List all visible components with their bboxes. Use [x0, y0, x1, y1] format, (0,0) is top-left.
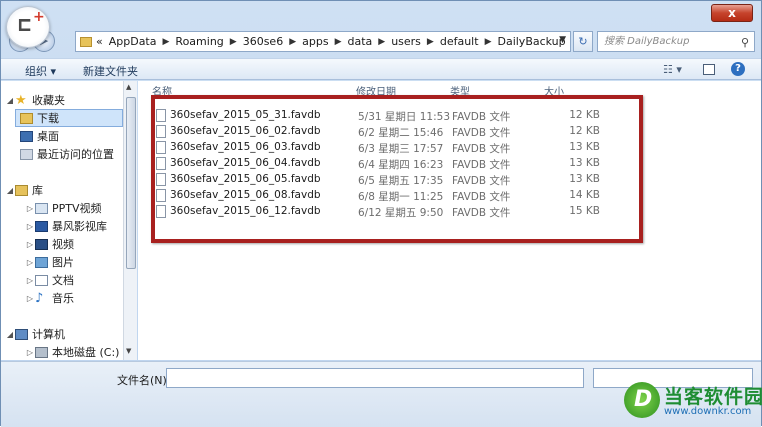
sidebar-item-videos[interactable]: ▷ 视频	[25, 235, 74, 253]
baofeng-library-icon	[35, 220, 48, 232]
breadcrumb-separator-icon[interactable]: ▶	[289, 37, 296, 47]
sidebar-item-label: 下载	[37, 112, 59, 125]
expand-arrow-icon[interactable]: ▷	[25, 348, 35, 357]
sidebar-item-label: 最近访问的位置	[37, 148, 114, 161]
search-icon[interactable]: ⚲	[741, 33, 749, 52]
collapse-arrow-icon[interactable]: ◢	[5, 186, 15, 195]
address-bar[interactable]: « AppData ▶ Roaming ▶ 360se6 ▶ apps ▶ da…	[75, 31, 571, 52]
sidebar-item-desktop[interactable]: 桌面	[20, 127, 59, 145]
search-placeholder: 搜索 DailyBackup	[604, 36, 690, 47]
breadcrumb-apps[interactable]: apps	[302, 35, 328, 48]
scroll-up-icon[interactable]: ▲	[126, 83, 131, 91]
scrollbar-thumb[interactable]	[126, 97, 136, 269]
preview-pane-icon[interactable]	[703, 64, 715, 75]
filename-label: 文件名(N):	[117, 374, 171, 387]
breadcrumb-separator-icon[interactable]: ▶	[230, 37, 237, 47]
breadcrumb-separator-icon[interactable]: ▶	[335, 37, 342, 47]
computer-icon	[15, 328, 28, 340]
video-library-icon	[35, 238, 48, 250]
sidebar-item-label: 视频	[52, 238, 74, 251]
sidebar-item-documents[interactable]: ▷ 文档	[25, 271, 74, 289]
scroll-down-icon[interactable]: ▼	[126, 347, 131, 355]
expand-arrow-icon[interactable]: ▷	[25, 258, 35, 267]
expand-arrow-icon[interactable]: ▷	[25, 204, 35, 213]
desktop-icon	[20, 130, 33, 142]
folder-icon	[80, 36, 92, 47]
breadcrumb-360se6[interactable]: 360se6	[243, 35, 284, 48]
breadcrumb-default[interactable]: default	[440, 35, 479, 48]
organize-button[interactable]: 组织 ▾	[25, 63, 56, 79]
breadcrumb-separator-icon[interactable]: ▶	[485, 37, 492, 47]
library-icon	[15, 184, 28, 196]
local-disk-icon	[35, 346, 48, 358]
sidebar-item-computer[interactable]: ◢ 计算机	[5, 325, 65, 343]
expand-arrow-icon[interactable]: ▷	[25, 240, 35, 249]
star-icon: ★	[15, 92, 27, 108]
logo-glyph: ⊏	[18, 13, 32, 38]
sidebar-scrollbar[interactable]: ▲ ▼	[123, 81, 137, 360]
pictures-library-icon	[35, 256, 48, 268]
sidebar-item-local-disk-c[interactable]: ▷ 本地磁盘 (C:)	[25, 343, 120, 361]
address-row: ◀ ▶ « AppData ▶ Roaming ▶ 360se6 ▶ apps …	[1, 27, 761, 55]
sidebar-item-label: 桌面	[37, 130, 59, 143]
expand-arrow-icon[interactable]: ▷	[25, 222, 35, 231]
sidebar-item-label: 音乐	[52, 292, 74, 305]
breadcrumb-users[interactable]: users	[391, 35, 421, 48]
sidebar-item-label: 文档	[52, 274, 74, 287]
new-folder-button[interactable]: 新建文件夹	[83, 63, 138, 79]
watermark-url: www.downkr.com	[664, 406, 752, 417]
refresh-button[interactable]: ↻	[573, 31, 593, 52]
collapse-arrow-icon[interactable]: ◢	[5, 330, 15, 339]
sidebar-item-label: 库	[32, 184, 43, 197]
expand-arrow-icon[interactable]: ▷	[25, 294, 35, 303]
close-button[interactable]: x	[711, 4, 753, 22]
breadcrumb-separator-icon[interactable]: ▶	[427, 37, 434, 47]
pptv-library-icon	[35, 202, 48, 214]
watermark-title: 当客软件园	[664, 386, 762, 408]
sidebar-item-music[interactable]: ▷ ♪ 音乐	[25, 289, 74, 307]
sidebar-item-label: 暴风影视库	[52, 220, 107, 233]
sidebar-item-pictures[interactable]: ▷ 图片	[25, 253, 74, 271]
sidebar-item-label: 本地磁盘 (C:)	[52, 346, 120, 359]
sidebar-item-label: 图片	[52, 256, 74, 269]
sidebar-item-label: PPTV视频	[52, 202, 102, 215]
view-options-icon[interactable]: ☷ ▾	[663, 63, 682, 76]
sidebar-item-favorites[interactable]: ◢ ★ 收藏夹	[5, 91, 65, 109]
sidebar-item-recent-places[interactable]: 最近访问的位置	[20, 145, 114, 163]
documents-library-icon	[35, 274, 48, 286]
filename-input[interactable]	[166, 368, 584, 388]
breadcrumb-appdata[interactable]: AppData	[109, 35, 157, 48]
help-icon[interactable]: ?	[731, 62, 745, 76]
highlight-annotation-box	[151, 95, 643, 243]
sidebar-item-label: 计算机	[32, 328, 65, 341]
download-folder-icon	[20, 112, 33, 124]
watermark-logo-icon: D	[624, 382, 660, 418]
toolbar: 组织 ▾ 新建文件夹 ☷ ▾ ?	[1, 58, 761, 80]
title-bar: x	[1, 1, 761, 25]
file-list: 名称 修改日期 类型 大小 360sefav_2015_05_31.favdb …	[138, 81, 761, 360]
sidebar-item-label: 收藏夹	[32, 94, 65, 107]
site-watermark: D 当客软件园 www.downkr.com	[624, 380, 762, 424]
breadcrumb-dailybackup[interactable]: DailyBackup	[497, 35, 565, 48]
search-input[interactable]: 搜索 DailyBackup ⚲	[597, 31, 755, 52]
sidebar-item-libraries[interactable]: ◢ 库	[5, 181, 43, 199]
breadcrumb-separator-icon[interactable]: ▶	[163, 37, 170, 47]
chevron-down-icon[interactable]: ▼	[559, 35, 566, 45]
collapse-arrow-icon[interactable]: ◢	[5, 96, 15, 105]
breadcrumb-separator-icon[interactable]: ▶	[378, 37, 385, 47]
file-open-dialog: x ◀ ▶ « AppData ▶ Roaming ▶ 360se6 ▶ app…	[0, 0, 762, 427]
navigation-pane: ◢ ★ 收藏夹 下载 桌面 最近访问的位置 ◢ 库 ▷ PPTV视频 ▷ 暴风影…	[1, 81, 137, 360]
recent-places-icon	[20, 148, 33, 160]
breadcrumb-prefix[interactable]: «	[96, 35, 103, 48]
expand-arrow-icon[interactable]: ▷	[25, 276, 35, 285]
watermark-glyph: D	[634, 387, 653, 412]
app-logo-icon: ⊏ +	[6, 6, 50, 48]
sidebar-item-baofeng[interactable]: ▷ 暴风影视库	[25, 217, 107, 235]
sidebar-item-downloads[interactable]: 下载	[15, 109, 123, 127]
sidebar-item-pptv[interactable]: ▷ PPTV视频	[25, 199, 102, 217]
breadcrumb-data[interactable]: data	[347, 35, 372, 48]
plus-icon: +	[33, 9, 45, 25]
breadcrumb-roaming[interactable]: Roaming	[175, 35, 223, 48]
music-library-icon: ♪	[35, 290, 44, 306]
